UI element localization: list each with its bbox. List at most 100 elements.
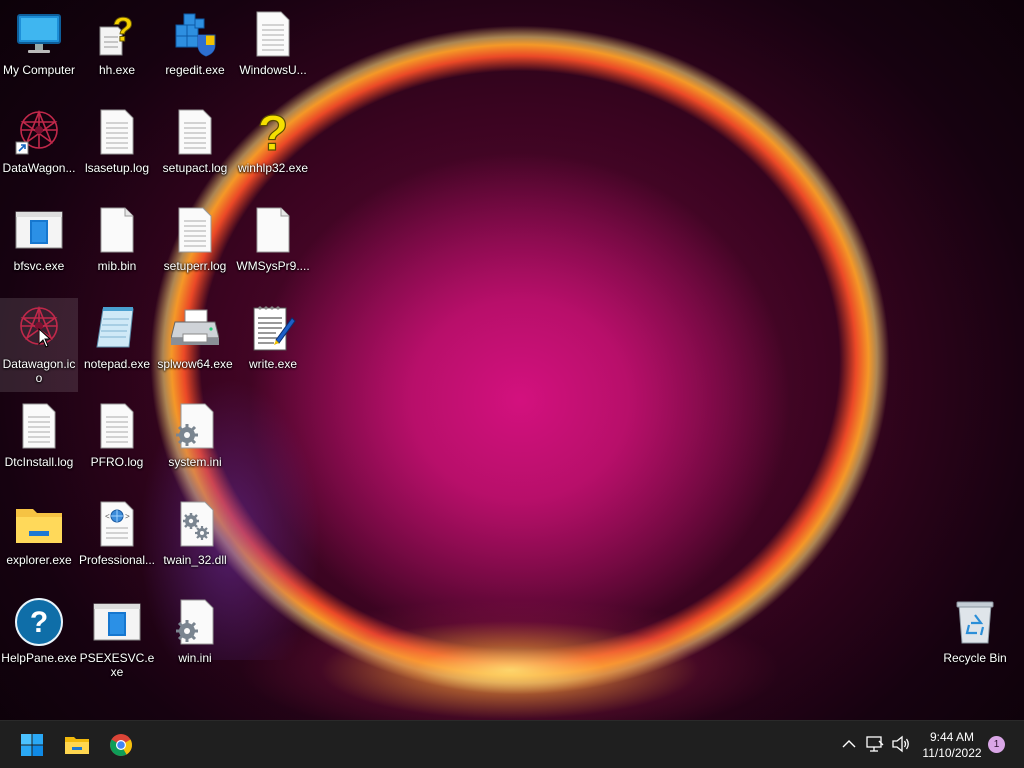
- desktop-icon-label: explorer.exe: [6, 553, 72, 567]
- svg-text:?: ?: [258, 108, 289, 156]
- desktop-icon-notepad[interactable]: notepad.exe: [78, 298, 156, 392]
- desktop-icon-hh[interactable]: ? hh.exe: [78, 4, 156, 98]
- text-file-icon: [93, 108, 141, 156]
- desktop-icon-label: hh.exe: [98, 63, 136, 77]
- monitor-icon: [15, 10, 63, 58]
- document-icon: [249, 10, 297, 58]
- question-mark-icon: ?: [249, 108, 297, 156]
- file-explorer-icon: [65, 737, 89, 754]
- desktop-icon-label: Recycle Bin: [943, 651, 1007, 665]
- volume-icon: [892, 735, 909, 753]
- clock-date: 11/10/2022: [922, 746, 982, 760]
- windows-start-icon: [21, 734, 43, 756]
- text-file-icon: [93, 402, 141, 450]
- folder-icon: [15, 500, 63, 548]
- blank-file-icon: [249, 206, 297, 254]
- registry-editor-icon: [171, 10, 219, 58]
- svg-text:>: >: [125, 513, 130, 522]
- desktop-icon-setuperr-log[interactable]: setuperr.log: [156, 200, 234, 294]
- desktop-icon-label: win.ini: [178, 651, 212, 665]
- desktop-icon-mib-bin[interactable]: mib.bin: [78, 200, 156, 294]
- desktop-icon-label: My Computer: [2, 63, 76, 77]
- desktop-icon-wmsyspr9[interactable]: WMSysPr9....: [234, 200, 312, 294]
- taskbar-chrome[interactable]: [103, 727, 139, 763]
- settings-file-icon: [171, 402, 219, 450]
- desktop-icon-my-computer[interactable]: My Computer: [0, 4, 78, 98]
- dll-file-icon: [171, 500, 219, 548]
- desktop-icon-system-ini[interactable]: system.ini: [156, 396, 234, 490]
- desktop-icon-label: regedit.exe: [165, 63, 225, 77]
- chevron-up-icon: [842, 740, 856, 748]
- desktop-icon-pfro-log[interactable]: PFRO.log: [78, 396, 156, 490]
- desktop-icon-windowsu[interactable]: WindowsU...: [234, 4, 312, 98]
- desktop-icon-label: setuperr.log: [163, 259, 227, 273]
- desktop-icon-label: DataWagon...: [2, 161, 76, 175]
- desktop-icon-write[interactable]: write.exe: [234, 298, 312, 392]
- printer-icon: [171, 304, 219, 352]
- text-file-icon: [15, 402, 63, 450]
- desktop-icon-label: Datawagon.ico: [2, 357, 76, 385]
- datawagon-shortcut-icon: [15, 108, 63, 156]
- desktop-icon-label: WMSysPr9....: [236, 259, 310, 273]
- desktop[interactable]: My Computer DataWagon... bfsvc.exe Dataw…: [0, 0, 1024, 720]
- desktop-icon-label: winhlp32.exe: [237, 161, 309, 175]
- desktop-icon-label: lsasetup.log: [84, 161, 150, 175]
- desktop-icon-splwow64[interactable]: splwow64.exe: [156, 298, 234, 392]
- notification-badge[interactable]: 1: [988, 736, 1005, 753]
- desktop-icon-explorer[interactable]: explorer.exe: [0, 494, 78, 588]
- desktop-icon-helppane[interactable]: ? HelpPane.exe: [0, 592, 78, 686]
- desktop-icon-label: setupact.log: [162, 161, 228, 175]
- network-icon: [866, 736, 884, 752]
- desktop-icon-datawagon-shortcut[interactable]: DataWagon...: [0, 102, 78, 196]
- desktop-icon-label: Professional...: [78, 553, 156, 567]
- desktop-icon-label: DtcInstall.log: [4, 455, 74, 469]
- taskbar-clock[interactable]: 9:44 AM 11/10/2022: [914, 729, 990, 761]
- desktop-icon-label: splwow64.exe: [157, 357, 233, 371]
- desktop-icon-label: PFRO.log: [90, 455, 144, 469]
- desktop-icon-label: twain_32.dll: [163, 553, 227, 567]
- svg-text:?: ?: [30, 606, 48, 639]
- blank-file-icon: [93, 206, 141, 254]
- clock-time: 9:44 AM: [929, 730, 975, 744]
- svg-text:?: ?: [113, 11, 134, 49]
- desktop-icon-label: HelpPane.exe: [1, 651, 77, 665]
- desktop-icon-dtcinstall-log[interactable]: DtcInstall.log: [0, 396, 78, 490]
- desktop-icon-label: WindowsU...: [239, 63, 307, 77]
- notepad-icon: [93, 304, 141, 352]
- desktop-icon-setupact-log[interactable]: setupact.log: [156, 102, 234, 196]
- volume-button[interactable]: [890, 733, 912, 755]
- desktop-icon-label: system.ini: [168, 455, 222, 469]
- desktop-icon-psexesvc[interactable]: PSEXESVC.exe: [78, 592, 156, 686]
- desktop-icon-regedit[interactable]: regedit.exe: [156, 4, 234, 98]
- desktop-icon-label: bfsvc.exe: [13, 259, 65, 273]
- desktop-icon-twain-32-dll[interactable]: twain_32.dll: [156, 494, 234, 588]
- mouse-cursor-icon: [38, 328, 52, 348]
- desktop-icon-label: notepad.exe: [83, 357, 151, 371]
- desktop-icon-professional[interactable]: < > Professional...: [78, 494, 156, 588]
- desktop-icon-lsasetup-log[interactable]: lsasetup.log: [78, 102, 156, 196]
- app-window-icon: [15, 206, 63, 254]
- wordpad-icon: [249, 304, 297, 352]
- settings-file-icon: [171, 598, 219, 646]
- text-file-icon: [171, 108, 219, 156]
- html-file-icon: < >: [93, 500, 141, 548]
- network-status-button[interactable]: [864, 733, 886, 755]
- desktop-icon-bfsvc[interactable]: bfsvc.exe: [0, 200, 78, 294]
- help-circle-icon: ?: [15, 598, 63, 646]
- desktop-icon-label: PSEXESVC.exe: [79, 651, 155, 679]
- show-hidden-icons-button[interactable]: [838, 733, 860, 755]
- desktop-icon-winhlp32[interactable]: ? winhlp32.exe: [234, 102, 312, 196]
- svg-text:<: <: [105, 513, 110, 522]
- taskbar-file-explorer[interactable]: [59, 727, 95, 763]
- chrome-icon: [110, 734, 132, 756]
- desktop-icon-recycle-bin[interactable]: Recycle Bin: [936, 592, 1014, 686]
- app-window-icon: [93, 598, 141, 646]
- desktop-icon-win-ini[interactable]: win.ini: [156, 592, 234, 686]
- recycle-bin-icon: [951, 598, 999, 646]
- start-button[interactable]: [14, 727, 50, 763]
- desktop-icon-label: mib.bin: [97, 259, 137, 273]
- taskbar: 9:44 AM 11/10/2022 1: [0, 720, 1024, 768]
- desktop-icon-label: write.exe: [248, 357, 298, 371]
- help-file-icon: ?: [93, 10, 141, 58]
- text-file-icon: [171, 206, 219, 254]
